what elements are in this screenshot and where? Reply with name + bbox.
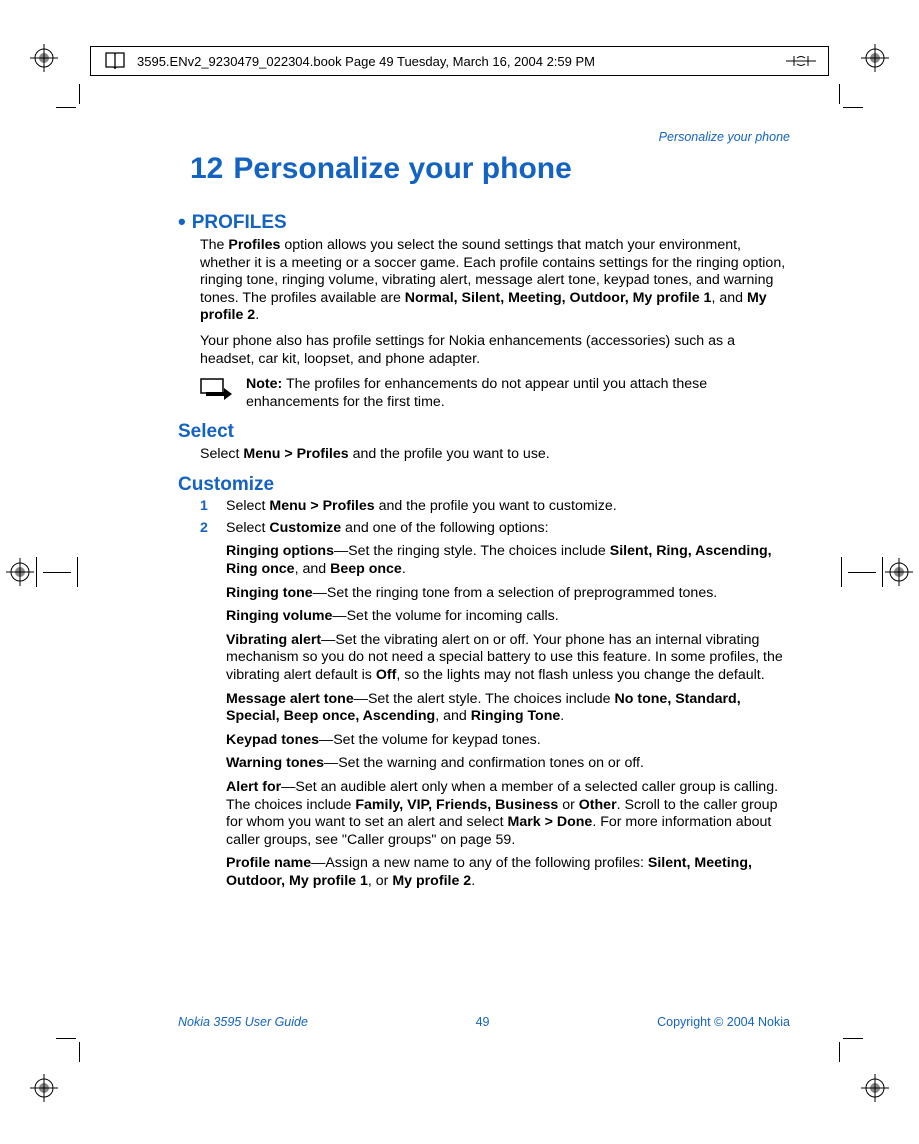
registration-target-icon (30, 44, 58, 72)
option-ringing-tone: Ringing tone—Set the ringing tone from a… (226, 585, 790, 603)
running-head: Personalize your phone (178, 130, 790, 144)
profiles-paragraph-1: The Profiles option allows you select th… (200, 237, 790, 325)
section-heading-select: Select (178, 421, 790, 443)
section-heading-profiles: •PROFILES (178, 208, 790, 234)
registration-target-icon (861, 44, 889, 72)
profiles-paragraph-2: Your phone also has profile settings for… (200, 333, 790, 368)
crop-mark (839, 1038, 859, 1058)
registration-target-icon (861, 1074, 889, 1102)
side-mark (841, 557, 883, 587)
note-text: Note: The profiles for enhancements do n… (246, 376, 790, 411)
print-header: 3595.ENv2_9230479_022304.book Page 49 Tu… (90, 46, 829, 76)
registration-target-icon (885, 558, 913, 586)
note-arrow-icon (200, 378, 234, 402)
option-keypad-tones: Keypad tones—Set the volume for keypad t… (226, 732, 790, 750)
chapter-title-text: Personalize your phone (233, 152, 571, 185)
chapter-title: 12 Personalize your phone (190, 152, 790, 186)
book-icon (103, 49, 127, 73)
option-alert-for: Alert for—Set an audible alert only when… (226, 779, 790, 849)
step-1: 1 Select Menu > Profiles and the profile… (200, 498, 790, 516)
option-ringing-volume: Ringing volume—Set the volume for incomi… (226, 608, 790, 626)
section-heading-customize: Customize (178, 474, 790, 496)
note-block: Note: The profiles for enhancements do n… (200, 376, 790, 411)
registration-target-icon (30, 1074, 58, 1102)
crop-mark (60, 88, 80, 108)
option-ringing-options: Ringing options—Set the ringing style. T… (226, 543, 790, 578)
option-vibrating-alert: Vibrating alert—Set the vibrating alert … (226, 632, 790, 685)
step-2: 2 Select Customize and one of the follow… (200, 520, 790, 538)
customize-steps: 1 Select Menu > Profiles and the profile… (200, 498, 790, 537)
crop-mark (60, 1038, 80, 1058)
option-profile-name: Profile name—Assign a new name to any of… (226, 855, 790, 890)
print-header-text: 3595.ENv2_9230479_022304.book Page 49 Tu… (137, 54, 595, 69)
footer-left: Nokia 3595 User Guide (178, 1015, 308, 1029)
customize-options: Ringing options—Set the ringing style. T… (200, 543, 790, 890)
footer-right: Copyright © 2004 Nokia (657, 1015, 790, 1029)
option-message-alert-tone: Message alert tone—Set the alert style. … (226, 691, 790, 726)
side-mark (36, 557, 78, 587)
page-footer: Nokia 3595 User Guide 49 Copyright © 200… (178, 1015, 790, 1029)
spread-icon (786, 54, 816, 68)
select-paragraph: Select Menu > Profiles and the profile y… (200, 446, 790, 464)
page-content: Personalize your phone 12 Personalize you… (178, 130, 790, 891)
option-warning-tones: Warning tones—Set the warning and confir… (226, 755, 790, 773)
crop-mark (839, 88, 859, 108)
registration-target-icon (6, 558, 34, 586)
chapter-number: 12 (190, 152, 223, 186)
footer-page-number: 49 (476, 1015, 490, 1029)
